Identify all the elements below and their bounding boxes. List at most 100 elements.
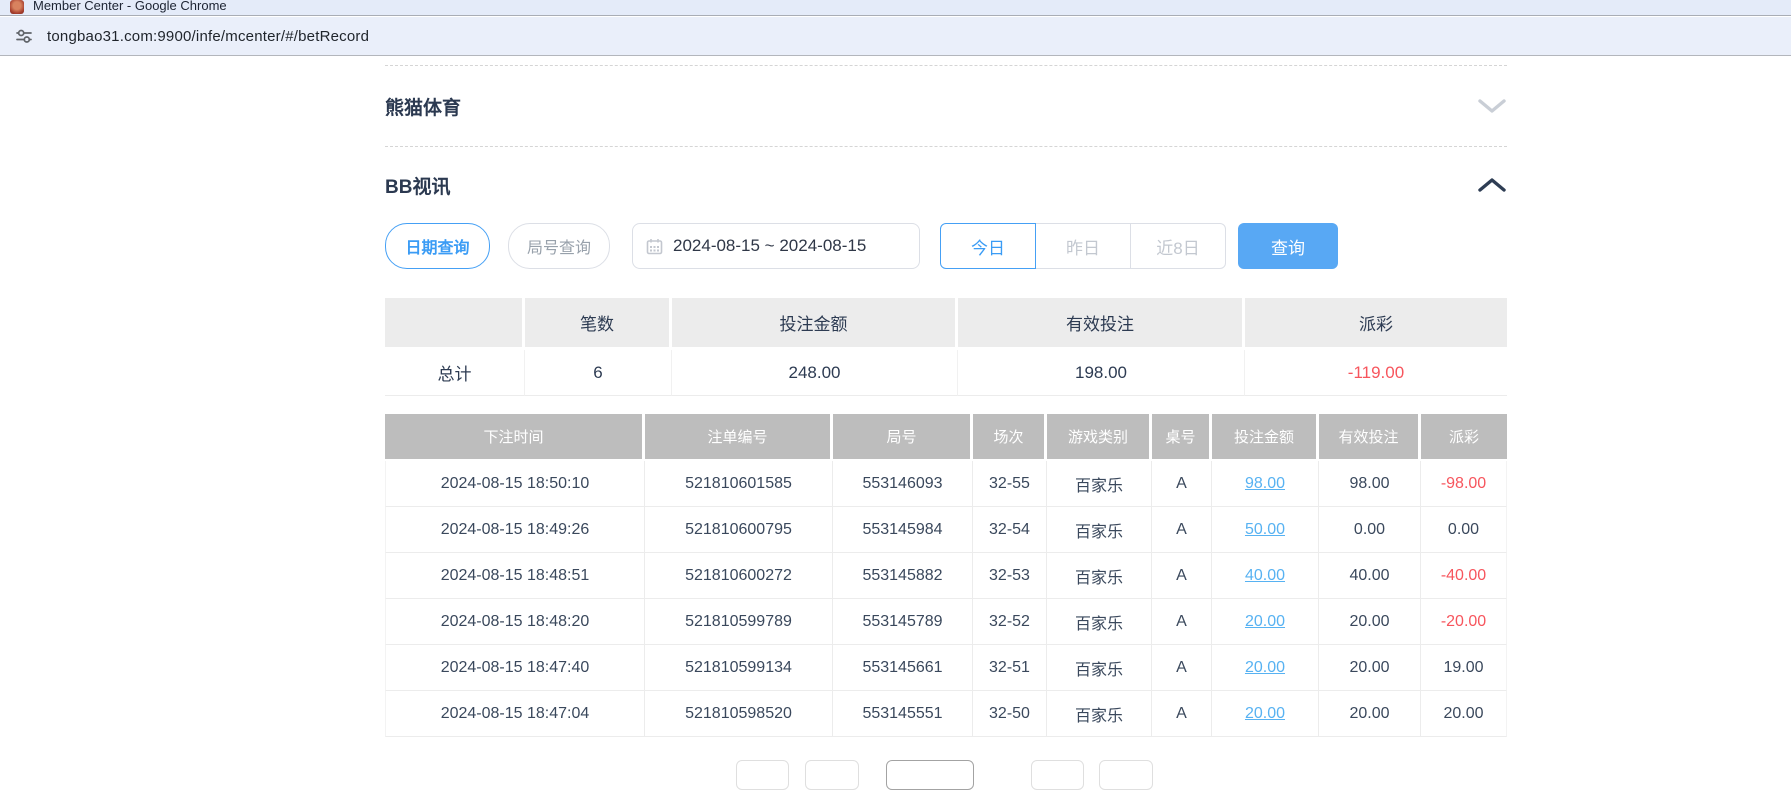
table-row: 2024-08-15 18:50:10521810601585553146093… bbox=[385, 461, 1507, 507]
section-title: BB视讯 bbox=[385, 172, 450, 199]
section-header-bb-video[interactable]: BB视讯 bbox=[385, 147, 1507, 223]
bet-amount-link[interactable]: 20.00 bbox=[1245, 705, 1285, 722]
section-header-panda-sports[interactable]: 熊猫体育 bbox=[385, 66, 1507, 146]
cell-session: 32-54 bbox=[973, 507, 1047, 553]
bet-header-payout: 派彩 bbox=[1421, 414, 1507, 461]
window-title: Member Center - Google Chrome bbox=[33, 0, 227, 15]
cell-valid-bet: 40.00 bbox=[1319, 553, 1421, 599]
table-row: 2024-08-15 18:48:51521810600272553145882… bbox=[385, 553, 1507, 599]
today-button[interactable]: 今日 bbox=[940, 223, 1036, 269]
cell-valid-bet: 0.00 bbox=[1319, 507, 1421, 553]
cell-valid-bet: 98.00 bbox=[1319, 461, 1421, 507]
summary-table: 笔数 投注金额 有效投注 派彩 总计 6 248.00 198.00 -119.… bbox=[385, 298, 1507, 396]
bet-amount-link[interactable]: 50.00 bbox=[1245, 521, 1285, 538]
cell-payout: 20.00 bbox=[1421, 691, 1507, 737]
pagination-next-button[interactable] bbox=[1031, 760, 1084, 790]
cell-game-type: 百家乐 bbox=[1047, 599, 1152, 645]
summary-count: 6 bbox=[525, 350, 672, 396]
cell-bet-amount: 20.00 bbox=[1212, 645, 1319, 691]
cell-session: 32-51 bbox=[973, 645, 1047, 691]
summary-payout: -119.00 bbox=[1245, 350, 1507, 396]
cell-bet-amount: 20.00 bbox=[1212, 691, 1319, 737]
cell-table-no: A bbox=[1152, 553, 1212, 599]
cell-table-no: A bbox=[1152, 691, 1212, 737]
site-settings-icon[interactable] bbox=[9, 21, 39, 51]
section-title: 熊猫体育 bbox=[385, 93, 461, 120]
bet-amount-link[interactable]: 20.00 bbox=[1245, 613, 1285, 630]
cell-bet-time: 2024-08-15 18:48:20 bbox=[385, 599, 645, 645]
cell-session: 32-55 bbox=[973, 461, 1047, 507]
round-query-tab[interactable]: 局号查询 bbox=[508, 223, 610, 269]
cell-round-no: 553145661 bbox=[833, 645, 973, 691]
bet-header-round-no: 局号 bbox=[833, 414, 973, 461]
cell-session: 32-50 bbox=[973, 691, 1047, 737]
url-text[interactable]: tongbao31.com:9900/infe/mcenter/#/betRec… bbox=[47, 28, 369, 45]
quick-range-group: 今日 昨日 近8日 bbox=[940, 223, 1226, 269]
cell-round-no: 553145984 bbox=[833, 507, 973, 553]
table-row: 2024-08-15 18:47:40521810599134553145661… bbox=[385, 645, 1507, 691]
date-range-value[interactable]: 2024-08-15 ~ 2024-08-15 bbox=[673, 236, 866, 256]
cell-payout: 0.00 bbox=[1421, 507, 1507, 553]
chevron-up-icon[interactable] bbox=[1477, 177, 1507, 193]
bet-amount-link[interactable]: 40.00 bbox=[1245, 567, 1285, 584]
summary-total-label: 总计 bbox=[385, 350, 525, 396]
pagination-bar bbox=[385, 760, 1507, 800]
bet-header-table-no: 桌号 bbox=[1152, 414, 1212, 461]
pagination-page-button[interactable] bbox=[805, 760, 859, 790]
date-query-tab[interactable]: 日期查询 bbox=[385, 223, 490, 269]
cell-round-no: 553146093 bbox=[833, 461, 973, 507]
bet-header-bet-amount: 投注金额 bbox=[1212, 414, 1319, 461]
summary-header-row: 笔数 投注金额 有效投注 派彩 bbox=[385, 298, 1507, 350]
pagination-size-select[interactable] bbox=[886, 760, 974, 790]
cell-bet-amount: 50.00 bbox=[1212, 507, 1319, 553]
yesterday-button[interactable]: 昨日 bbox=[1035, 223, 1131, 269]
cell-valid-bet: 20.00 bbox=[1319, 691, 1421, 737]
cell-bet-amount: 98.00 bbox=[1212, 461, 1319, 507]
cell-round-no: 553145789 bbox=[833, 599, 973, 645]
calendar-icon bbox=[646, 238, 663, 255]
cell-bet-time: 2024-08-15 18:48:51 bbox=[385, 553, 645, 599]
bet-record-table: 下注时间注单编号局号场次游戏类别桌号投注金额有效投注派彩 2024-08-15 … bbox=[385, 414, 1507, 737]
chevron-down-icon[interactable] bbox=[1477, 98, 1507, 114]
last-8-days-button[interactable]: 近8日 bbox=[1130, 223, 1226, 269]
cell-table-no: A bbox=[1152, 599, 1212, 645]
cell-round-no: 553145551 bbox=[833, 691, 973, 737]
table-row: 2024-08-15 18:48:20521810599789553145789… bbox=[385, 599, 1507, 645]
cell-payout: -40.00 bbox=[1421, 553, 1507, 599]
date-range-input[interactable]: 2024-08-15 ~ 2024-08-15 bbox=[632, 223, 920, 269]
cell-valid-bet: 20.00 bbox=[1319, 645, 1421, 691]
bet-table-header-row: 下注时间注单编号局号场次游戏类别桌号投注金额有效投注派彩 bbox=[385, 414, 1507, 461]
cell-game-type: 百家乐 bbox=[1047, 691, 1152, 737]
cell-session: 32-52 bbox=[973, 599, 1047, 645]
bet-header-bet-time: 下注时间 bbox=[385, 414, 645, 461]
cell-order-no: 521810600272 bbox=[645, 553, 833, 599]
pagination-prev-button[interactable] bbox=[736, 760, 789, 790]
cell-bet-time: 2024-08-15 18:47:40 bbox=[385, 645, 645, 691]
query-button[interactable]: 查询 bbox=[1238, 223, 1338, 269]
favicon-panda-icon bbox=[10, 0, 24, 14]
window-title-bar: Member Center - Google Chrome bbox=[0, 0, 1791, 16]
cell-game-type: 百家乐 bbox=[1047, 645, 1152, 691]
cell-valid-bet: 20.00 bbox=[1319, 599, 1421, 645]
cell-payout: -98.00 bbox=[1421, 461, 1507, 507]
address-bar[interactable]: tongbao31.com:9900/infe/mcenter/#/betRec… bbox=[0, 17, 1791, 56]
bet-record-page: 熊猫体育 BB视讯 日期查询 局号查询 2024-08-15 ~ 2024-08 bbox=[385, 57, 1507, 800]
cell-table-no: A bbox=[1152, 507, 1212, 553]
bet-header-session: 场次 bbox=[973, 414, 1047, 461]
summary-header-payout: 派彩 bbox=[1245, 298, 1507, 350]
table-row: 2024-08-15 18:49:26521810600795553145984… bbox=[385, 507, 1507, 553]
summary-header-blank bbox=[385, 298, 525, 350]
pagination-goto-button[interactable] bbox=[1099, 760, 1153, 790]
cell-order-no: 521810598520 bbox=[645, 691, 833, 737]
cell-table-no: A bbox=[1152, 645, 1212, 691]
cell-game-type: 百家乐 bbox=[1047, 461, 1152, 507]
bet-header-order-no: 注单编号 bbox=[645, 414, 833, 461]
cell-bet-amount: 20.00 bbox=[1212, 599, 1319, 645]
cell-order-no: 521810599134 bbox=[645, 645, 833, 691]
cell-bet-time: 2024-08-15 18:50:10 bbox=[385, 461, 645, 507]
summary-total-row: 总计 6 248.00 198.00 -119.00 bbox=[385, 350, 1507, 396]
bet-amount-link[interactable]: 20.00 bbox=[1245, 659, 1285, 676]
summary-header-bet-amount: 投注金额 bbox=[672, 298, 958, 350]
cell-session: 32-53 bbox=[973, 553, 1047, 599]
bet-amount-link[interactable]: 98.00 bbox=[1245, 475, 1285, 492]
